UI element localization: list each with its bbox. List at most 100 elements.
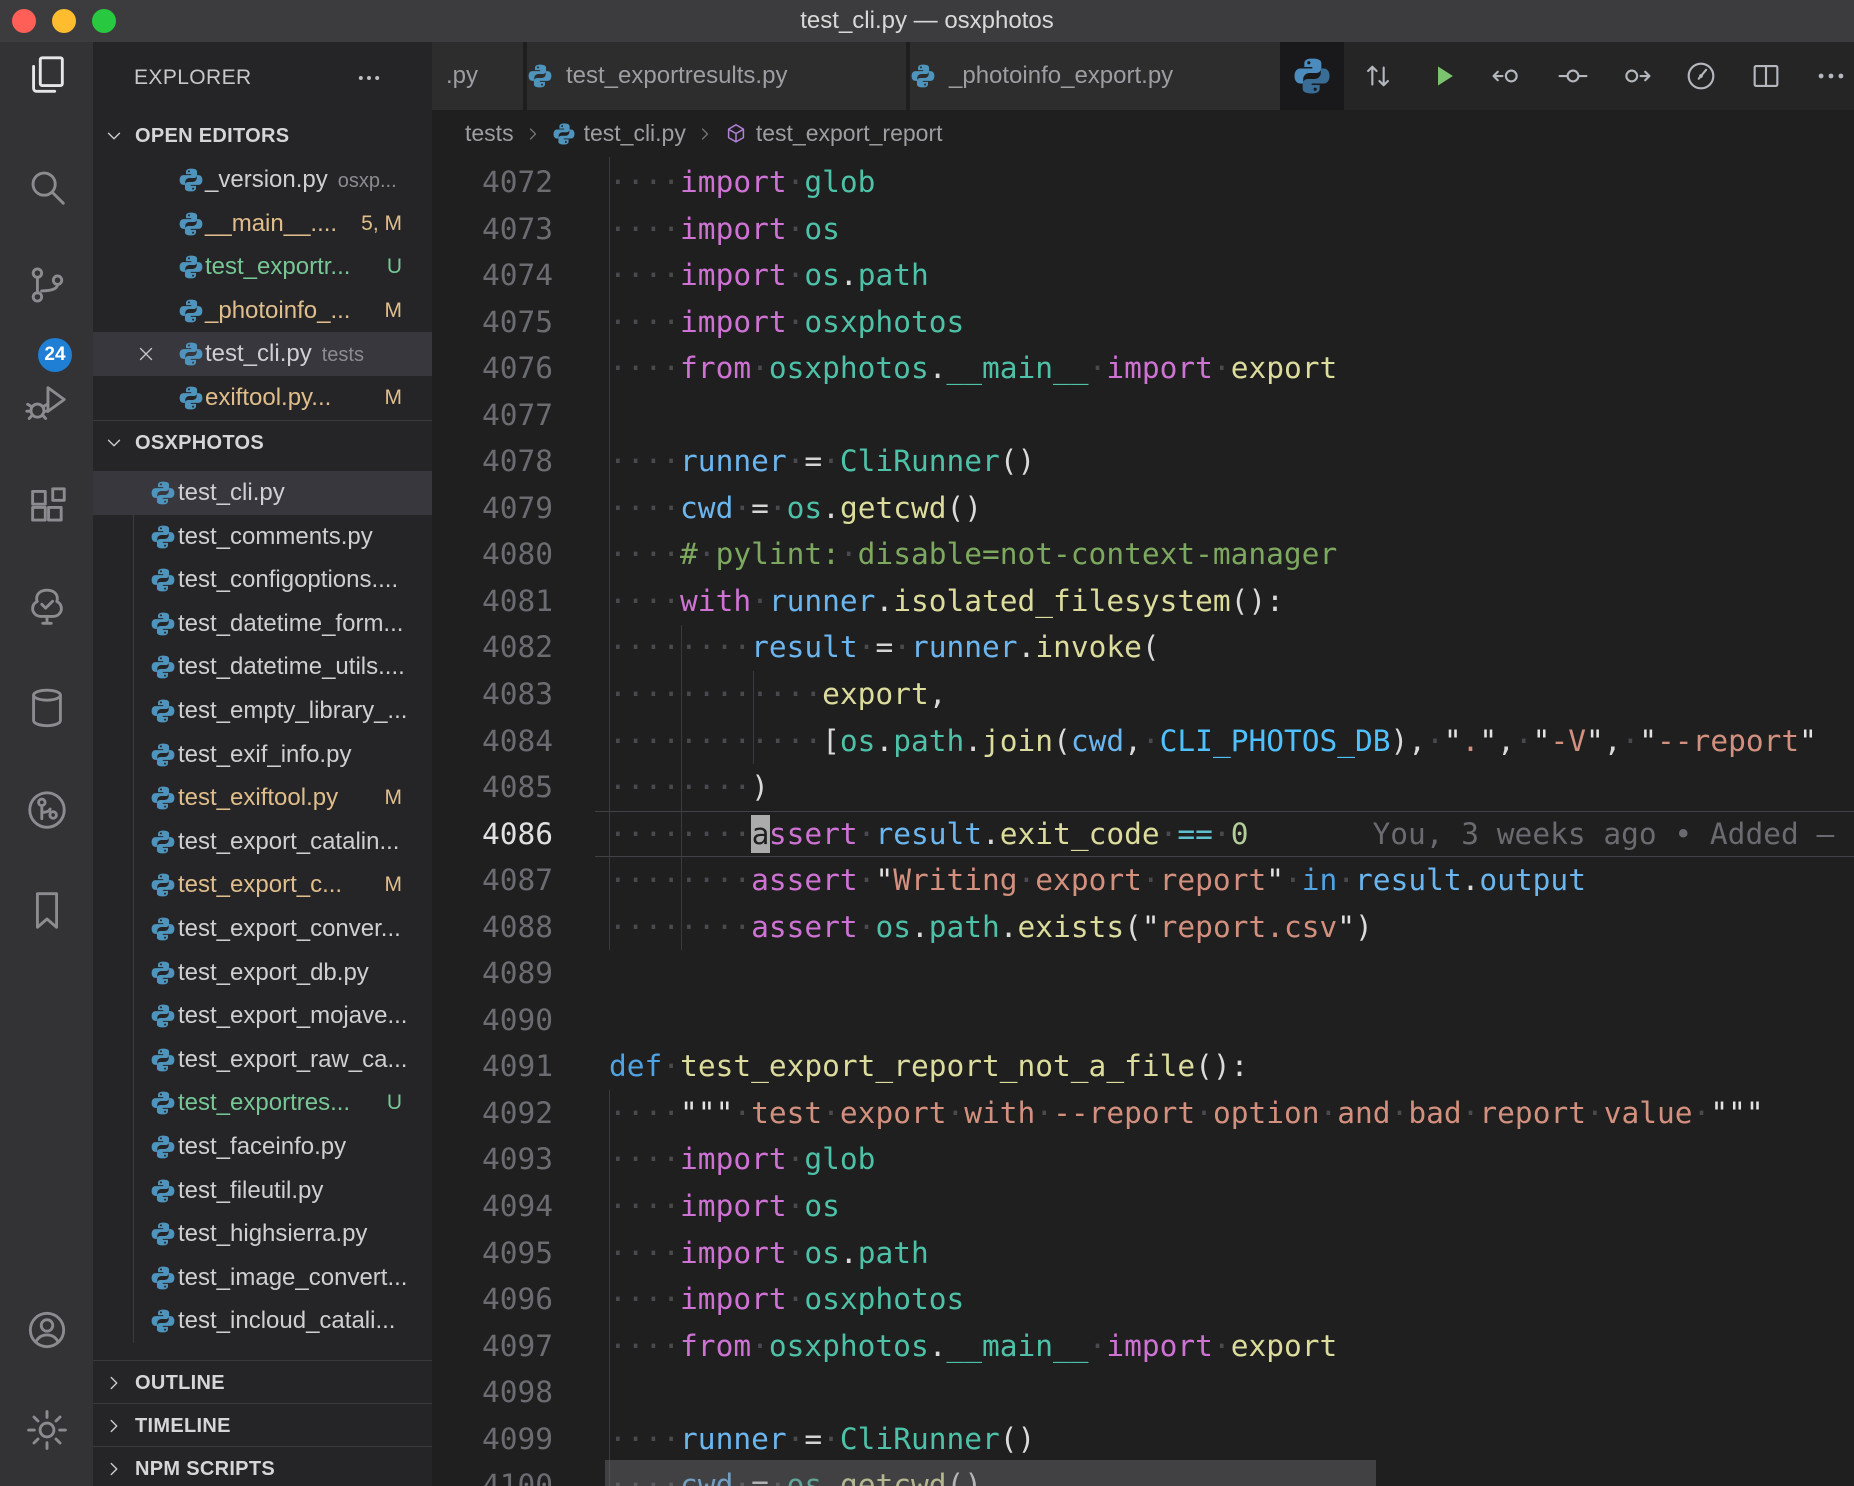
tree-item-test_export_db.py[interactable]: test_export_db.py (93, 951, 432, 995)
activity-item-run-debug[interactable] (0, 370, 93, 434)
ext-icon (24, 484, 70, 530)
tree-item-test_incloud_catali...[interactable]: test_incloud_catali... (93, 1299, 432, 1343)
close-icon[interactable] (135, 343, 157, 365)
open-editor-test_exportr...[interactable]: test_exportr...U (93, 245, 432, 289)
code-line-4093[interactable]: 4093····import·glob (432, 1136, 1854, 1183)
code-line-4092[interactable]: 4092····"""·test·export·with·--report·op… (432, 1090, 1854, 1137)
tree-item-test_datetime_utils....[interactable]: test_datetime_utils.... (93, 645, 432, 689)
tree-item-test_export_c...[interactable]: test_export_c...M (93, 863, 432, 907)
breadcrumb-item-test_cli.py[interactable]: test_cli.py (552, 120, 686, 147)
section-open-editors[interactable]: OPEN EDITORS (93, 114, 432, 158)
tree-item-test_highsierra.py[interactable]: test_highsierra.py (93, 1212, 432, 1256)
code-line-4075[interactable]: 4075····import·osxphotos (432, 299, 1854, 346)
code-line-4082[interactable]: 4082········result·=·runner.invoke( (432, 624, 1854, 671)
activity-item-explorer[interactable] (0, 43, 93, 107)
code-line-4085[interactable]: 4085········) (432, 764, 1854, 811)
code-line-4087[interactable]: 4087········assert·"Writing·export·repor… (432, 857, 1854, 904)
sidebar-more-actions-icon[interactable] (355, 64, 383, 92)
code-line-4080[interactable]: 4080····#·pylint:·disable=not-context-ma… (432, 531, 1854, 578)
python-file-icon (150, 872, 176, 898)
tree-item-test_comments.py[interactable]: test_comments.py (93, 515, 432, 559)
line-number: 4090 (432, 997, 553, 1044)
code-line-4077[interactable]: 4077 (432, 392, 1854, 439)
breadcrumb-item-tests[interactable]: tests (465, 120, 514, 147)
code-line-4074[interactable]: 4074····import·os.path (432, 252, 1854, 299)
code-line-4089[interactable]: 4089 (432, 950, 1854, 997)
tree-item-test_export_catalin...[interactable]: test_export_catalin... (93, 820, 432, 864)
editor-action-previous-change[interactable] (1490, 59, 1524, 93)
code-line-4096[interactable]: 4096····import·osxphotos (432, 1276, 1854, 1323)
code-line-4081[interactable]: 4081····with·runner.isolated_filesystem(… (432, 578, 1854, 625)
code-editor[interactable]: 4072····import·glob4073····import·os4074… (432, 157, 1854, 1486)
file-label: test_export_conver... (178, 907, 401, 951)
chevron-right-icon (103, 1372, 125, 1394)
code-line-4072[interactable]: 4072····import·glob (432, 159, 1854, 206)
line-number: 4081 (432, 578, 553, 625)
open-editor-_photoinfo_...[interactable]: _photoinfo_...M (93, 289, 432, 333)
section-outline[interactable]: OUTLINE (93, 1360, 432, 1405)
code-line-4076[interactable]: 4076····from·osxphotos.__main__·import·e… (432, 345, 1854, 392)
tab-test_exportresults.py[interactable]: test_exportresults.py (527, 42, 906, 110)
code-line-4095[interactable]: 4095····import·os.path (432, 1230, 1854, 1277)
activity-item-search[interactable] (0, 155, 93, 219)
open-editor-__main__....[interactable]: __main__....5, M (93, 202, 432, 246)
line-number: 4078 (432, 438, 553, 485)
code-line-4083[interactable]: 4083············export, (432, 671, 1854, 718)
tree-item-test_fileutil.py[interactable]: test_fileutil.py (93, 1169, 432, 1213)
tree-item-test_exportres...[interactable]: test_exportres...U (93, 1081, 432, 1125)
code-line-4094[interactable]: 4094····import·os (432, 1183, 1854, 1230)
activity-item-extensions[interactable] (0, 475, 93, 539)
tree-item-test_exiftool.py[interactable]: test_exiftool.pyM (93, 776, 432, 820)
activity-item-gitlens[interactable] (0, 778, 93, 842)
section-npm-scripts[interactable]: NPM SCRIPTS (93, 1446, 432, 1486)
tab-.py[interactable]: .py (432, 42, 523, 110)
editor-action-compare-changes[interactable] (1361, 59, 1395, 93)
tree-item-test_export_conver...[interactable]: test_export_conver... (93, 907, 432, 951)
editor-action-file-history[interactable] (1684, 59, 1718, 93)
code-line-4073[interactable]: 4073····import·os (432, 206, 1854, 253)
code-line-4097[interactable]: 4097····from·osxphotos.__main__·import·e… (432, 1323, 1854, 1370)
code-line-4088[interactable]: 4088········assert·os.path.exists("repor… (432, 904, 1854, 951)
open-editor-exiftool.py...[interactable]: exiftool.py...M (93, 376, 432, 420)
tree-item-test_image_convert...[interactable]: test_image_convert... (93, 1256, 432, 1300)
editor-action-python-interpreter[interactable] (1280, 42, 1344, 110)
editor-action-next-change[interactable] (1619, 59, 1653, 93)
open-editor-_version.py[interactable]: _version.pyosxp... (93, 158, 432, 202)
line-number: 4085 (432, 764, 553, 811)
tree-item-test_datetime_form...[interactable]: test_datetime_form... (93, 602, 432, 646)
code-line-4078[interactable]: 4078····runner·=·CliRunner() (432, 438, 1854, 485)
tree-item-test_configoptions....[interactable]: test_configoptions.... (93, 558, 432, 602)
editor-action-more-actions[interactable] (1814, 59, 1848, 93)
tab-_photoinfo_export.py[interactable]: _photoinfo_export.py (910, 42, 1280, 110)
code-line-4086[interactable]: 4086········assert·result.exit_code·==·0… (432, 811, 1854, 858)
tree-item-test_empty_library_...[interactable]: test_empty_library_... (93, 689, 432, 733)
section-timeline[interactable]: TIMELINE (93, 1403, 432, 1448)
activity-item-test-explorer[interactable] (0, 575, 93, 639)
editor-action-run-file[interactable] (1426, 59, 1460, 93)
open-editor-test_cli.py[interactable]: test_cli.pytests (93, 332, 432, 376)
tree-item-test_cli.py[interactable]: test_cli.py (93, 471, 432, 515)
tree-item-test_faceinfo.py[interactable]: test_faceinfo.py (93, 1125, 432, 1169)
code-line-4079[interactable]: 4079····cwd·=·os.getcwd() (432, 485, 1854, 532)
section-osxphotos[interactable]: OSXPHOTOS (93, 420, 432, 465)
horizontal-scrollbar[interactable] (605, 1460, 1376, 1486)
tree-item-test_exif_info.py[interactable]: test_exif_info.py (93, 733, 432, 777)
editor-action-current-change[interactable] (1556, 59, 1590, 93)
python-file-icon (150, 785, 176, 811)
activity-item-settings[interactable] (0, 1398, 93, 1462)
tab-label: test_exportresults.py (566, 62, 787, 90)
code-line-4099[interactable]: 4099····runner·=·CliRunner() (432, 1416, 1854, 1463)
breadcrumb-item-test_export_report[interactable]: test_export_report (724, 120, 943, 147)
activity-item-bookmarks[interactable] (0, 878, 93, 942)
tree-item-test_export_mojave...[interactable]: test_export_mojave... (93, 994, 432, 1038)
code-line-4084[interactable]: 4084············[os.path.join(cwd,·CLI_P… (432, 718, 1854, 765)
tree-item-test_export_raw_ca...[interactable]: test_export_raw_ca... (93, 1038, 432, 1082)
code-line-4091[interactable]: 4091def·test_export_report_not_a_file(): (432, 1043, 1854, 1090)
activity-item-database[interactable] (0, 676, 93, 740)
editor-action-split-editor[interactable] (1749, 59, 1783, 93)
code-line-4090[interactable]: 4090 (432, 997, 1854, 1044)
activity-item-source-control[interactable] (0, 253, 93, 317)
activity-item-account[interactable] (0, 1298, 93, 1362)
code-line-4098[interactable]: 4098 (432, 1369, 1854, 1416)
source-control-badge: 24 (38, 338, 72, 372)
